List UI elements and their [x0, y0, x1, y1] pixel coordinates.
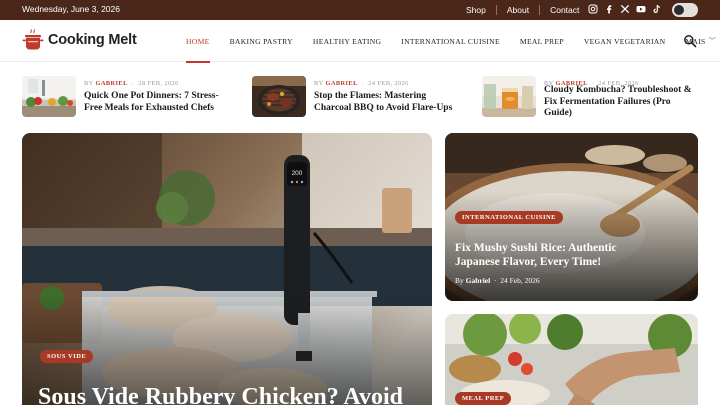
- mini-post-kombucha[interactable]: BY GABRIEL · 24 FEB, 2026 Cloudy Kombuch…: [482, 76, 698, 120]
- mini-post-charcoal-bbq[interactable]: BY GABRIEL · 24 FEB, 2026 Stop the Flame…: [252, 76, 464, 120]
- facebook-icon[interactable]: [604, 4, 614, 14]
- post-title[interactable]: Cloudy Kombucha? Troubleshoot & Fix Ferm…: [544, 85, 692, 120]
- bbq-thumbnail[interactable]: [252, 76, 306, 117]
- main-header: Cooking Melt HOME BAKING PASTRY HEALTHY …: [0, 20, 720, 63]
- side-post-title[interactable]: Fix Mushy Sushi Rice: Authentic Japanese…: [455, 241, 645, 269]
- dark-mode-toggle[interactable]: [672, 3, 698, 17]
- side-post-meta: By Gabriel · 24 Feb, 2026: [455, 276, 540, 285]
- post-meta: BY GABRIEL · 24 FEB, 2026: [314, 80, 409, 87]
- category-badge[interactable]: INTERNATIONAL CUISINE: [455, 211, 563, 224]
- toggle-knob: [674, 5, 684, 15]
- logo-text: Cooking Melt: [48, 32, 137, 48]
- contact-link[interactable]: Contact: [540, 5, 589, 15]
- top-links: Shop About Contact: [456, 0, 589, 20]
- post-date: 24 Feb, 2026: [500, 276, 540, 285]
- mini-post-one-pot[interactable]: BY GABRIEL · 28 FEB, 2026 Quick One Pot …: [22, 76, 234, 120]
- category-badge[interactable]: SOUS VIDE: [40, 350, 94, 363]
- about-link[interactable]: About: [497, 5, 541, 15]
- post-title[interactable]: Stop the Flames: Mastering Charcoal BBQ …: [314, 91, 462, 114]
- kombucha-thumbnail[interactable]: [482, 76, 536, 117]
- cooking-pot-icon: [22, 29, 44, 50]
- category-badge[interactable]: MEAL PREP: [455, 392, 512, 405]
- chevron-down-icon: ﹀: [708, 37, 716, 45]
- author-link[interactable]: GABRIEL: [325, 80, 357, 87]
- by-label: BY: [84, 80, 94, 87]
- by-label: By: [455, 276, 464, 285]
- featured-post-card[interactable]: 200 SOUS VIDE Sous Vide Rubbery Chicken?…: [22, 133, 432, 405]
- nav-international-cuisine[interactable]: INTERNATIONAL CUISINE: [401, 20, 500, 62]
- nav-healthy-eating[interactable]: HEALTHY EATING: [313, 20, 381, 62]
- top-bar: Wednesday, June 3, 2026 Shop About Conta…: [0, 0, 720, 20]
- side-post-card[interactable]: INTERNATIONAL CUISINE Fix Mushy Sushi Ri…: [445, 133, 698, 301]
- featured-title[interactable]: Sous Vide Rubbery Chicken? Avoid: [38, 383, 428, 405]
- main-nav: HOME BAKING PASTRY HEALTHY EATING INTERN…: [186, 20, 720, 63]
- post-date: 28 FEB, 2026: [138, 80, 179, 87]
- author-link[interactable]: Gabriel: [466, 276, 491, 285]
- author-link[interactable]: GABRIEL: [95, 80, 127, 87]
- nav-meal-prep[interactable]: MEAL PREP: [520, 20, 564, 62]
- post-title[interactable]: Quick One Pot Dinners: 7 Stress-Free Mea…: [84, 91, 232, 114]
- nav-vegan-vegetarian[interactable]: VEGAN VEGETARIAN: [584, 20, 665, 62]
- youtube-icon[interactable]: [636, 4, 646, 14]
- tiktok-icon[interactable]: [652, 4, 662, 14]
- nav-baking-pastry[interactable]: BAKING PASTRY: [230, 20, 293, 62]
- search-icon[interactable]: [683, 34, 697, 48]
- shop-link[interactable]: Shop: [456, 5, 497, 15]
- current-date: Wednesday, June 3, 2026: [22, 4, 120, 14]
- by-label: BY: [314, 80, 324, 87]
- site-logo[interactable]: Cooking Melt: [22, 29, 137, 51]
- post-meta: BY GABRIEL · 28 FEB, 2026: [84, 80, 179, 87]
- social-links: [588, 4, 662, 14]
- instagram-icon[interactable]: [588, 4, 598, 14]
- kitchen-thumbnail[interactable]: [22, 76, 76, 117]
- side-post-card-meal-prep[interactable]: MEAL PREP: [445, 314, 698, 405]
- post-date: 24 FEB, 2026: [368, 80, 409, 87]
- sous-vide-image: 200: [22, 133, 432, 405]
- nav-home[interactable]: HOME: [186, 20, 210, 63]
- x-icon[interactable]: [620, 4, 630, 14]
